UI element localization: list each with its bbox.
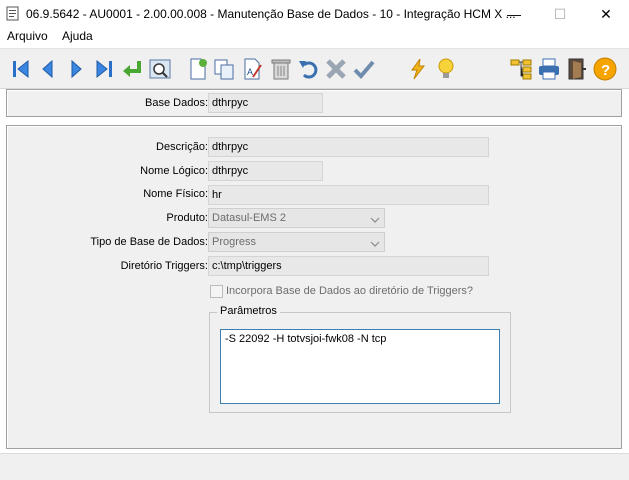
goto-icon[interactable]: [120, 57, 144, 81]
incorpora-checkbox[interactable]: [210, 285, 223, 298]
produto-label: Produto:: [166, 212, 208, 224]
exit-icon[interactable]: [565, 57, 589, 81]
tipo-base-select-value: Progress: [212, 236, 257, 248]
print-icon[interactable]: [537, 57, 561, 81]
previous-icon[interactable]: [36, 57, 60, 81]
svg-text:?: ?: [601, 62, 610, 79]
first-icon[interactable]: [9, 57, 33, 81]
status-bar: [0, 453, 629, 480]
search-icon[interactable]: [148, 57, 172, 81]
copy-icon[interactable]: [212, 57, 236, 81]
app-icon: [6, 6, 20, 21]
chevron-down-icon: [370, 237, 380, 247]
base-dados-label: Base Dados:: [145, 97, 208, 109]
nome-fisico-field[interactable]: hr: [208, 185, 489, 205]
descricao-label: Descrição:: [156, 141, 208, 153]
help-icon[interactable]: ?: [593, 57, 617, 81]
nome-logico-label: Nome Lógico:: [140, 165, 208, 177]
form-panel: Descrição: dthrpyc Nome Lógico: dthrpyc …: [6, 125, 622, 449]
tipo-base-select[interactable]: Progress: [208, 232, 385, 252]
produto-select[interactable]: Datasul-EMS 2: [208, 208, 385, 228]
incorpora-label: Incorpora Base de Dados ao diretório de …: [226, 285, 474, 297]
tip-icon[interactable]: [434, 57, 458, 81]
base-dados-field[interactable]: dthrpyc: [208, 93, 323, 113]
new-icon[interactable]: [186, 57, 210, 81]
produto-select-value: Datasul-EMS 2: [212, 212, 286, 224]
diretorio-triggers-field[interactable]: c:\tmp\triggers: [208, 256, 489, 276]
menu-ajuda[interactable]: Ajuda: [60, 29, 95, 43]
menu-bar: Arquivo Ajuda: [0, 28, 629, 48]
undo-icon[interactable]: [296, 57, 320, 81]
window-title: 06.9.5642 - AU0001 - 2.00.00.008 - Manut…: [26, 7, 516, 21]
close-button[interactable]: ✕: [583, 0, 629, 28]
nome-fisico-label: Nome Físico:: [143, 188, 208, 200]
delete-icon[interactable]: [269, 57, 293, 81]
save-icon[interactable]: [352, 57, 376, 81]
next-icon[interactable]: [64, 57, 88, 81]
descricao-field[interactable]: dthrpyc: [208, 137, 489, 157]
parametros-textarea[interactable]: -S 22092 -H totvsjoi-fwk08 -N tcp: [220, 329, 500, 404]
cancel-icon[interactable]: [324, 57, 348, 81]
structure-icon[interactable]: [509, 57, 533, 81]
parametros-text: -S 22092 -H totvsjoi-fwk08 -N tcp: [225, 333, 387, 345]
last-icon[interactable]: [92, 57, 116, 81]
header-panel: Base Dados: dthrpyc: [6, 89, 622, 117]
minimize-button[interactable]: —: [491, 0, 537, 28]
nome-logico-field[interactable]: dthrpyc: [208, 161, 323, 181]
diretorio-triggers-label: Diretório Triggers:: [120, 260, 208, 272]
chevron-down-icon: [370, 213, 380, 223]
execute-icon[interactable]: [406, 57, 430, 81]
parametros-title: Parâmetros: [217, 305, 280, 317]
svg-text:A: A: [247, 67, 253, 77]
menu-arquivo[interactable]: Arquivo: [5, 29, 50, 43]
edit-icon[interactable]: A: [240, 57, 264, 81]
maximize-button[interactable]: ☐: [537, 0, 583, 28]
toolbar: A ?: [0, 48, 629, 89]
title-bar: 06.9.5642 - AU0001 - 2.00.00.008 - Manut…: [0, 0, 629, 28]
tipo-base-label: Tipo de Base de Dados:: [90, 236, 208, 248]
